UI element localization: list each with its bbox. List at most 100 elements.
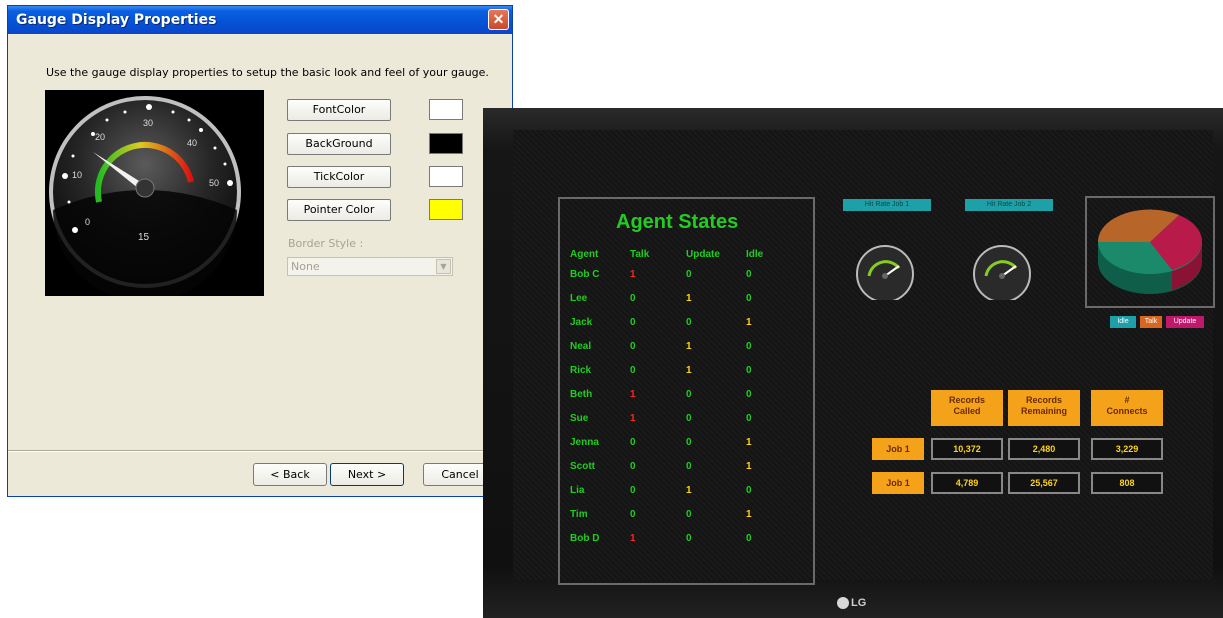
agent-name: Lee xyxy=(570,293,588,304)
gauge-preview: 0 10 20 30 40 50 15 xyxy=(45,90,264,302)
stats-row-1-connects: 3,229 xyxy=(1091,438,1163,460)
agent-update-value: 1 xyxy=(686,341,692,352)
border-style-label: Border Style : xyxy=(288,237,364,250)
agent-row: Beth 1 0 0 xyxy=(570,389,810,409)
agent-talk-value: 0 xyxy=(630,485,636,496)
legend-talk: Talk xyxy=(1140,316,1162,328)
chevron-down-icon[interactable]: ▼ xyxy=(436,259,451,274)
background-swatch[interactable] xyxy=(429,133,463,154)
tick-color-button[interactable]: TickColor xyxy=(287,166,391,188)
footer-divider xyxy=(8,450,512,452)
agent-name: Beth xyxy=(570,389,593,400)
agent-row: Jenna 0 0 1 xyxy=(570,437,810,457)
lg-logo-icon xyxy=(837,597,849,610)
agent-update-value: 1 xyxy=(686,293,692,304)
agent-update-value: 1 xyxy=(686,485,692,496)
agent-update-value: 0 xyxy=(686,389,692,400)
col-agent: Agent xyxy=(570,249,599,260)
col-talk: Talk xyxy=(630,249,650,260)
dialog-title: Gauge Display Properties xyxy=(16,12,217,28)
agent-update-value: 0 xyxy=(686,509,692,520)
agent-idle-value: 0 xyxy=(746,341,752,352)
agent-row: Neal 0 1 0 xyxy=(570,341,810,361)
hit-rate-gauge-2 xyxy=(973,245,1031,300)
pointer-color-swatch[interactable] xyxy=(429,199,463,220)
pointer-color-button[interactable]: Pointer Color xyxy=(287,199,391,221)
border-style-select[interactable]: None ▼ xyxy=(287,257,453,276)
agent-idle-value: 1 xyxy=(746,317,752,328)
agent-name: Scott xyxy=(570,461,595,472)
records-called-header: Records Called xyxy=(931,390,1003,426)
agent-update-value: 0 xyxy=(686,437,692,448)
agent-idle-value: 0 xyxy=(746,485,752,496)
stats-row-1-remaining: 2,480 xyxy=(1008,438,1080,460)
background-button[interactable]: BackGround xyxy=(287,133,391,155)
tick-label-10: 10 xyxy=(72,170,82,180)
close-button[interactable]: ✕ xyxy=(488,9,509,30)
agent-update-value: 0 xyxy=(686,269,692,280)
agent-talk-value: 0 xyxy=(630,461,636,472)
agent-row: Rick 0 1 0 xyxy=(570,365,810,385)
tick-color-swatch[interactable] xyxy=(429,166,463,187)
agent-name: Tim xyxy=(570,509,588,520)
agent-name: Bob D xyxy=(570,533,600,544)
agent-name: Lia xyxy=(570,485,585,496)
pie-chart-graphic xyxy=(1097,209,1203,294)
agent-row: Scott 0 0 1 xyxy=(570,461,810,481)
agent-talk-value: 1 xyxy=(630,533,636,544)
agent-name: Bob C xyxy=(570,269,600,280)
agent-talk-value: 1 xyxy=(630,269,636,280)
agent-idle-value: 1 xyxy=(746,461,752,472)
agent-idle-value: 0 xyxy=(746,533,752,544)
agent-idle-value: 0 xyxy=(746,389,752,400)
gauge-center-value: 15 xyxy=(138,232,150,243)
agent-talk-value: 0 xyxy=(630,293,636,304)
connects-header: # Connects xyxy=(1091,390,1163,426)
title-bar[interactable]: Gauge Display Properties ✕ xyxy=(8,6,512,34)
agent-talk-value: 0 xyxy=(630,341,636,352)
tick-label-40: 40 xyxy=(187,138,197,148)
next-button[interactable]: Next > xyxy=(330,463,404,486)
hit-rate-job-2-label: Hit Rate Job 2 xyxy=(965,199,1053,211)
agent-row: Tim 0 0 1 xyxy=(570,509,810,529)
agent-row: Jack 0 0 1 xyxy=(570,317,810,337)
tick-label-30: 30 xyxy=(143,118,153,128)
font-color-swatch[interactable] xyxy=(429,99,463,120)
monitor: ▀▀▀▀▀ ▀▀ Agent States Agent Talk Update … xyxy=(483,108,1223,618)
agent-update-value: 0 xyxy=(686,413,692,424)
agent-row: Lee 0 1 0 xyxy=(570,293,810,313)
tick-label-0: 0 xyxy=(85,217,90,227)
agent-update-value: 0 xyxy=(686,533,692,544)
hit-rate-gauge-1 xyxy=(856,245,914,300)
col-idle: Idle xyxy=(746,249,764,260)
font-color-button[interactable]: FontColor xyxy=(287,99,391,121)
stats-row-2-connects: 808 xyxy=(1091,472,1163,494)
agent-name: Rick xyxy=(570,365,592,376)
back-button[interactable]: < Back xyxy=(253,463,327,486)
agent-idle-value: 0 xyxy=(746,413,752,424)
agent-talk-value: 1 xyxy=(630,389,636,400)
agent-talk-value: 0 xyxy=(630,317,636,328)
agent-update-value: 0 xyxy=(686,317,692,328)
agent-name: Neal xyxy=(570,341,592,352)
tick-label-50: 50 xyxy=(209,178,219,188)
monitor-brand-text: LG xyxy=(851,597,867,609)
stats-row-1-job: Job 1 xyxy=(872,438,924,460)
legend-idle: Idle xyxy=(1110,316,1136,328)
agent-name: Jenna xyxy=(570,437,599,448)
gauge-display-properties-dialog: Gauge Display Properties ✕ Use the gauge… xyxy=(7,5,513,497)
monitor-brand-logo: LG xyxy=(837,597,867,610)
agent-idle-value: 0 xyxy=(746,269,752,280)
stats-row-2-called: 4,789 xyxy=(931,472,1003,494)
tick-label-20: 20 xyxy=(95,132,105,142)
agent-name: Sue xyxy=(570,413,589,424)
agent-row: Sue 1 0 0 xyxy=(570,413,810,433)
agent-states-panel: Agent States Agent Talk Update Idle Bob … xyxy=(558,197,815,585)
agent-row: Bob D 1 0 0 xyxy=(570,533,810,553)
stats-row-2-job: Job 1 xyxy=(872,472,924,494)
agent-talk-value: 0 xyxy=(630,509,636,520)
agent-state-pie-chart xyxy=(1085,196,1215,308)
agent-row: Lia 0 1 0 xyxy=(570,485,810,505)
border-style-value: None xyxy=(291,260,320,273)
agent-talk-value: 0 xyxy=(630,437,636,448)
